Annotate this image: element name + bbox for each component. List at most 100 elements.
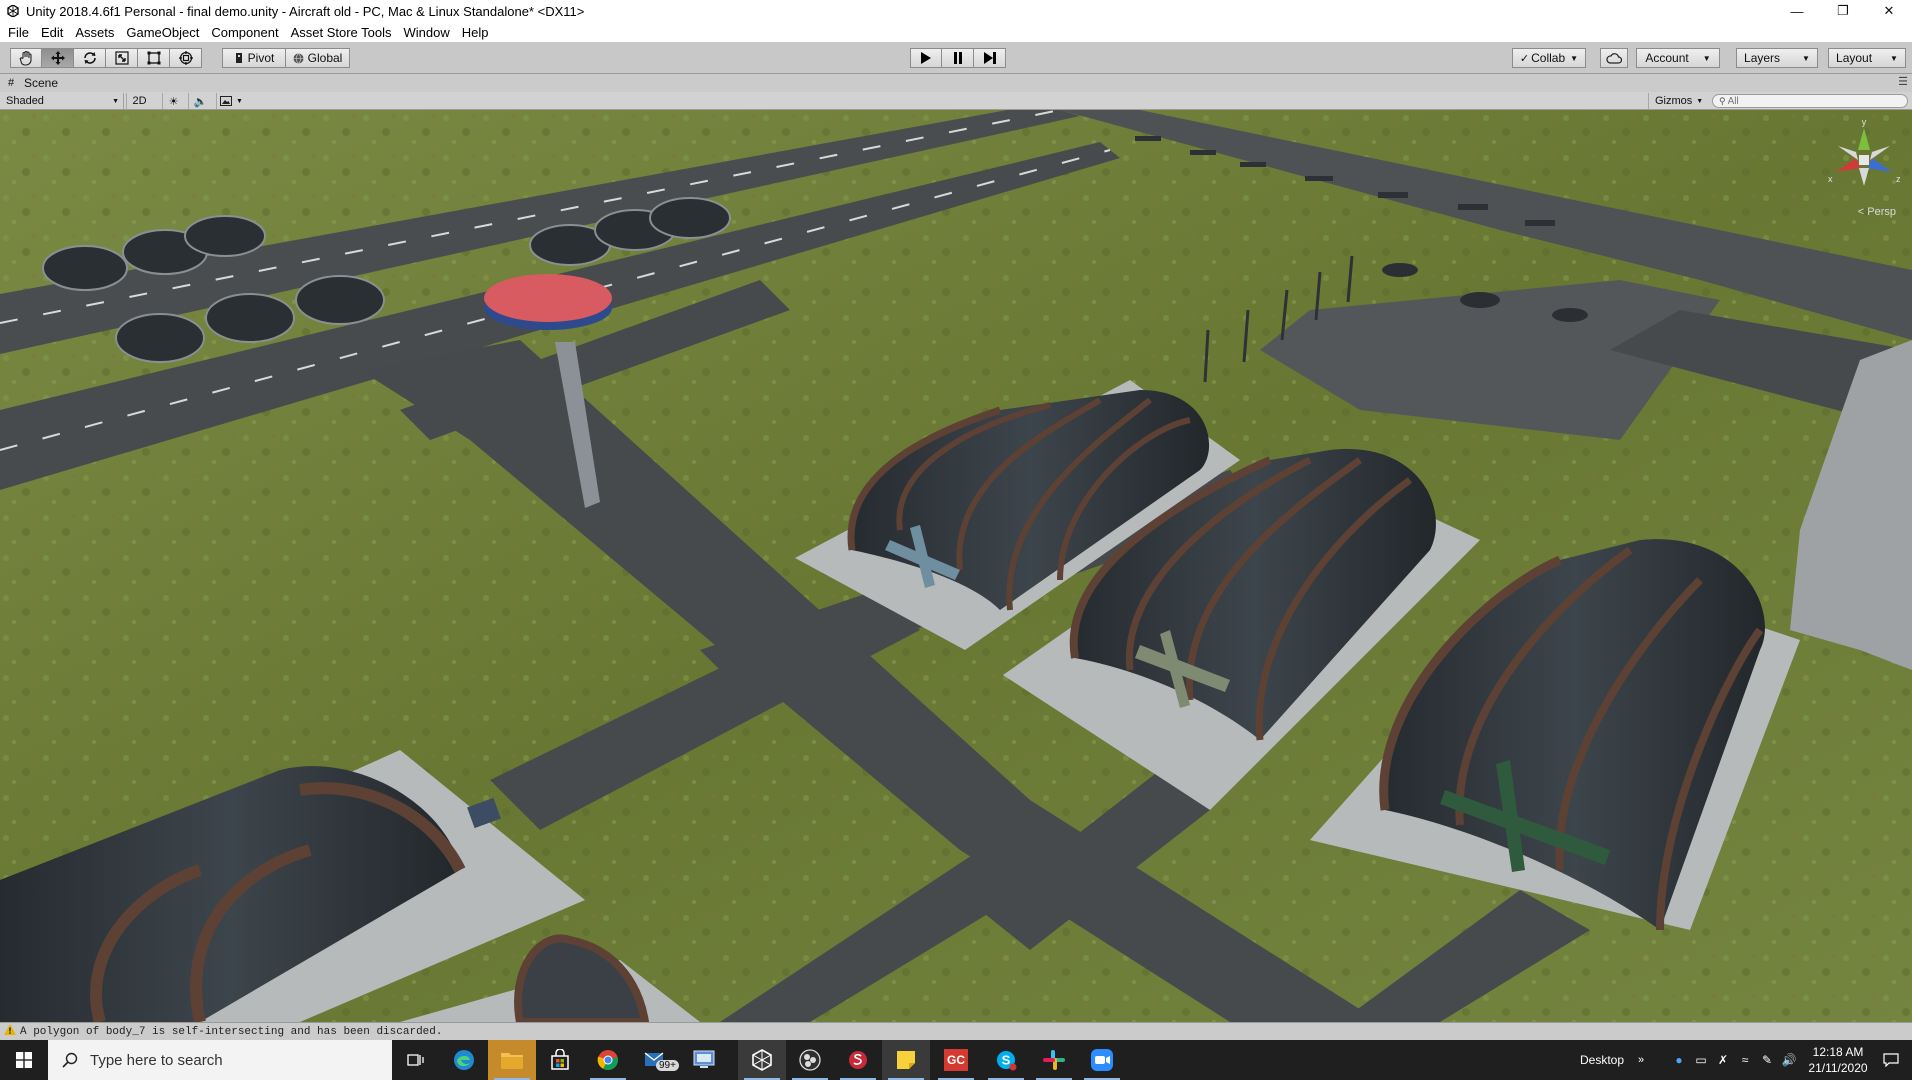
move-tool-button[interactable] — [42, 48, 74, 68]
shading-mode-dropdown[interactable]: Shaded ▼ — [0, 93, 124, 109]
rect-icon — [147, 51, 160, 65]
close-button[interactable]: ✕ — [1866, 0, 1912, 22]
desktop-toolbar[interactable]: Desktop » — [1580, 1040, 1644, 1080]
window-title-bar: Unity 2018.4.6f1 Personal - final demo.u… — [0, 0, 1912, 22]
tray-chevron-icon[interactable]: » — [1638, 1054, 1644, 1066]
search-icon: ⚲ — [1719, 95, 1726, 106]
transform-icon — [178, 51, 193, 65]
system-tray: ● ▭ ✗ ≈ ✎ 🔊 — [1668, 1040, 1800, 1080]
edge-icon — [454, 1050, 474, 1070]
hand-tool-button[interactable] — [10, 48, 42, 68]
rotate-tool-button[interactable] — [74, 48, 106, 68]
taskbar-edge[interactable] — [440, 1040, 488, 1080]
audio-toggle[interactable]: 🔈 — [188, 93, 212, 109]
transform-tool-button[interactable] — [170, 48, 202, 68]
taskbar-obs[interactable] — [786, 1040, 834, 1080]
desktop-label: Desktop — [1580, 1053, 1625, 1067]
menu-window[interactable]: Window — [398, 25, 456, 40]
cloud-button[interactable] — [1600, 48, 1628, 68]
warning-icon — [4, 1024, 16, 1039]
taskbar-unity[interactable] — [738, 1040, 786, 1080]
caret-down-icon: ▼ — [1702, 53, 1711, 63]
taskbar-search-box[interactable]: Type here to search — [48, 1040, 392, 1080]
menu-assets[interactable]: Assets — [69, 25, 120, 40]
taskbar-gc[interactable]: GC — [932, 1040, 980, 1080]
menu-help[interactable]: Help — [456, 25, 495, 40]
close-icon: ✕ — [1883, 3, 1895, 18]
zoom-icon — [1091, 1049, 1113, 1071]
taskbar-skype[interactable]: S — [982, 1040, 1030, 1080]
minimize-button[interactable]: — — [1774, 0, 1820, 22]
mail-badge: 99+ — [656, 1060, 679, 1071]
start-button[interactable] — [0, 1040, 48, 1080]
layers-label: Layers — [1744, 51, 1781, 65]
taskbar-sticky-notes[interactable] — [882, 1040, 930, 1080]
menu-gameobject[interactable]: GameObject — [120, 25, 205, 40]
gc-icon: GC — [944, 1049, 968, 1071]
restore-icon: ❐ — [1837, 3, 1849, 18]
gizmo-y-axis[interactable] — [1858, 128, 1870, 150]
gizmos-dropdown[interactable]: Gizmos ▼ — [1648, 93, 1706, 109]
main-toolbar: Pivot Global ✓ Collab ▼ Account ▼ Layers… — [0, 42, 1912, 74]
store-icon — [551, 1049, 569, 1070]
lighting-toggle[interactable]: ☀ — [162, 93, 184, 109]
notification-center-button[interactable] — [1876, 1040, 1906, 1080]
console-status-bar[interactable]: A polygon of body_7 is self-intersecting… — [0, 1022, 1912, 1040]
toggle-2d-button[interactable]: 2D — [126, 93, 152, 109]
pivot-label: Pivot — [247, 51, 275, 65]
scene-viewport[interactable]: y x z < Persp — [0, 110, 1912, 1022]
task-view-button[interactable] — [392, 1040, 440, 1080]
taskbar-chrome[interactable] — [584, 1040, 632, 1080]
scene-tab-label: Scene — [24, 76, 59, 90]
caret-down-icon: ▼ — [1890, 53, 1898, 63]
scale-tool-button[interactable] — [106, 48, 138, 68]
search-icon — [62, 1052, 78, 1068]
gizmo-x-axis[interactable] — [1836, 158, 1860, 172]
menu-file[interactable]: File — [2, 25, 35, 40]
taskbar-mail[interactable]: 99+ — [632, 1040, 680, 1080]
menu-edit[interactable]: Edit — [35, 25, 69, 40]
taskbar-slack[interactable] — [1030, 1040, 1078, 1080]
tab-scene[interactable]: # Scene — [0, 76, 58, 90]
taskbar-zoom[interactable] — [1078, 1040, 1126, 1080]
console-message: A polygon of body_7 is self-intersecting… — [20, 1025, 443, 1038]
scene-orientation-gizmo[interactable]: y x z — [1822, 116, 1906, 206]
layers-dropdown[interactable]: Layers ▼ — [1736, 48, 1818, 68]
collab-dropdown[interactable]: ✓ Collab ▼ — [1512, 48, 1586, 68]
layout-group: Layout ▼ — [1828, 48, 1906, 68]
taskbar-app[interactable] — [834, 1040, 882, 1080]
taskbar-remote-desktop[interactable] — [680, 1040, 728, 1080]
menu-asset-store-tools[interactable]: Asset Store Tools — [285, 25, 398, 40]
step-button[interactable] — [974, 48, 1006, 68]
scene-search-input[interactable] — [1727, 95, 1898, 107]
wifi-icon[interactable]: ≈ — [1734, 1053, 1756, 1067]
cloud-group — [1600, 48, 1628, 68]
projection-label[interactable]: < Persp — [1858, 206, 1896, 218]
effects-dropdown[interactable]: ▼ — [216, 93, 246, 109]
global-toggle[interactable]: Global — [286, 48, 350, 68]
window-title: Unity 2018.4.6f1 Personal - final demo.u… — [26, 3, 585, 19]
taskbar-store[interactable] — [536, 1040, 584, 1080]
account-dropdown[interactable]: Account ▼ — [1636, 48, 1720, 68]
pivot-toggle[interactable]: Pivot — [222, 48, 286, 68]
play-button[interactable] — [910, 48, 942, 68]
security-icon[interactable]: ● — [1668, 1053, 1690, 1067]
scene-tab-bar: # Scene ☰ — [0, 74, 1912, 92]
pen-icon[interactable]: ✎ — [1756, 1053, 1778, 1067]
battery-icon[interactable]: ▭ — [1690, 1053, 1712, 1067]
taskbar-clock[interactable]: 12:18 AM 21/11/2020 — [1806, 1044, 1870, 1076]
layout-dropdown[interactable]: Layout ▼ — [1828, 48, 1906, 68]
network-icon[interactable]: ✗ — [1712, 1053, 1734, 1067]
svg-text:S: S — [1002, 1053, 1011, 1068]
app-icon — [849, 1051, 867, 1069]
menu-component[interactable]: Component — [205, 25, 284, 40]
volume-icon[interactable]: 🔊 — [1778, 1053, 1800, 1067]
taskbar-file-explorer[interactable] — [488, 1040, 536, 1080]
gizmo-z-axis[interactable] — [1868, 158, 1892, 172]
scale-icon — [114, 51, 129, 65]
tab-options-icon[interactable]: ☰ — [1898, 75, 1908, 88]
sticky-notes-icon — [897, 1051, 915, 1069]
pause-button[interactable] — [942, 48, 974, 68]
rect-tool-button[interactable] — [138, 48, 170, 68]
restore-button[interactable]: ❐ — [1820, 0, 1866, 22]
